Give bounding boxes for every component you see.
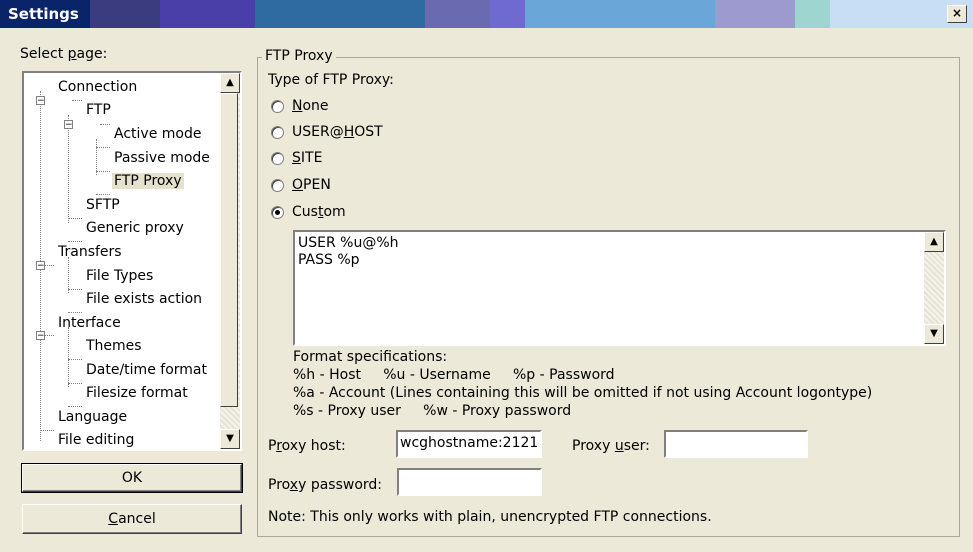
collapse-icon[interactable]: −: [36, 261, 45, 271]
radio-none[interactable]: [271, 100, 284, 113]
scroll-up-arrow-icon[interactable]: ▲: [220, 73, 240, 93]
radio-none-label[interactable]: None: [292, 98, 329, 114]
cancel-button[interactable]: Cancel: [22, 504, 242, 534]
proxy-host-label: Proxy host:: [268, 438, 346, 454]
radio-open-label[interactable]: OPEN: [292, 177, 331, 193]
tree-item-ftp[interactable]: FTP: [86, 102, 111, 118]
tree-item-sftp[interactable]: SFTP: [86, 197, 120, 213]
tree-item-file-editing[interactable]: File editing: [58, 432, 134, 448]
radio-user-at-host-label[interactable]: USER@HOST: [292, 124, 383, 140]
tree-item-date-time-format[interactable]: Date/time format: [86, 362, 207, 378]
radio-site-label[interactable]: SITE: [292, 150, 322, 166]
tree-item-themes[interactable]: Themes: [86, 338, 142, 354]
tree-item-file-exists-action[interactable]: File exists action: [86, 291, 202, 307]
proxy-host-input[interactable]: wcghostname:2121: [396, 430, 542, 458]
proxy-user-label: Proxy user:: [572, 438, 650, 454]
collapse-icon[interactable]: −: [36, 96, 45, 106]
proxy-password-label: Proxy password:: [268, 477, 382, 493]
tree-item-connection[interactable]: Connection: [58, 79, 137, 95]
scroll-up-arrow-icon[interactable]: ▲: [924, 232, 944, 252]
ok-button[interactable]: OK: [21, 463, 243, 493]
radio-selected-dot: [275, 210, 280, 215]
format-spec-line-3: %s - Proxy user %w - Proxy password: [293, 403, 572, 419]
tree-item-active-mode[interactable]: Active mode: [114, 126, 201, 142]
proxy-password-input[interactable]: [397, 468, 542, 496]
script-scrollbar[interactable]: ▲ ▼: [924, 232, 944, 344]
scroll-down-arrow-icon[interactable]: ▼: [924, 324, 944, 344]
tree-item-file-types[interactable]: File Types: [86, 268, 153, 284]
title-bar: Settings ×: [0, 0, 973, 28]
custom-proxy-script[interactable]: USER %u@%h PASS %p ▲ ▼: [293, 230, 946, 346]
radio-custom[interactable]: [271, 206, 284, 219]
radio-user-at-host[interactable]: [271, 126, 284, 139]
close-icon: ×: [951, 6, 963, 20]
tree-item-passive-mode[interactable]: Passive mode: [114, 150, 210, 166]
collapse-icon[interactable]: −: [36, 331, 45, 341]
collapse-icon[interactable]: −: [64, 120, 73, 130]
tree-item-transfers[interactable]: Transfers: [58, 244, 122, 260]
format-spec-line-2: %a - Account (Lines containing this will…: [293, 385, 873, 401]
tree-item-interface[interactable]: Interface: [58, 315, 121, 331]
radio-site[interactable]: [271, 152, 284, 165]
tree-item-generic-proxy[interactable]: Generic proxy: [86, 220, 184, 236]
tree-item-filesize-format[interactable]: Filesize format: [86, 385, 188, 401]
radio-open[interactable]: [271, 179, 284, 192]
scroll-down-arrow-icon[interactable]: ▼: [220, 429, 240, 449]
window-title: Settings: [8, 5, 79, 23]
format-spec-line-1: %h - Host %u - Username %p - Password: [293, 367, 615, 383]
group-title: FTP Proxy: [262, 48, 336, 64]
settings-tree[interactable]: − − − − Connection FTP Active mode Passi…: [22, 71, 242, 451]
tree-scrollbar-thumb[interactable]: [220, 93, 238, 407]
tree-item-ftp-proxy[interactable]: FTP Proxy: [112, 173, 184, 189]
tree-item-language[interactable]: Language: [58, 409, 127, 425]
close-button[interactable]: ×: [947, 5, 967, 23]
note-text: Note: This only works with plain, unencr…: [268, 509, 712, 525]
radio-custom-label[interactable]: Custom: [292, 204, 346, 220]
custom-proxy-script-text[interactable]: USER %u@%h PASS %p: [298, 235, 399, 269]
proxy-user-input[interactable]: [664, 430, 808, 458]
proxy-type-label: Type of FTP Proxy:: [268, 72, 394, 88]
tree-scrollbar[interactable]: ▲ ▼: [220, 73, 240, 449]
format-spec-title: Format specifications:: [293, 349, 448, 365]
select-page-label: Select page:: [20, 46, 108, 62]
